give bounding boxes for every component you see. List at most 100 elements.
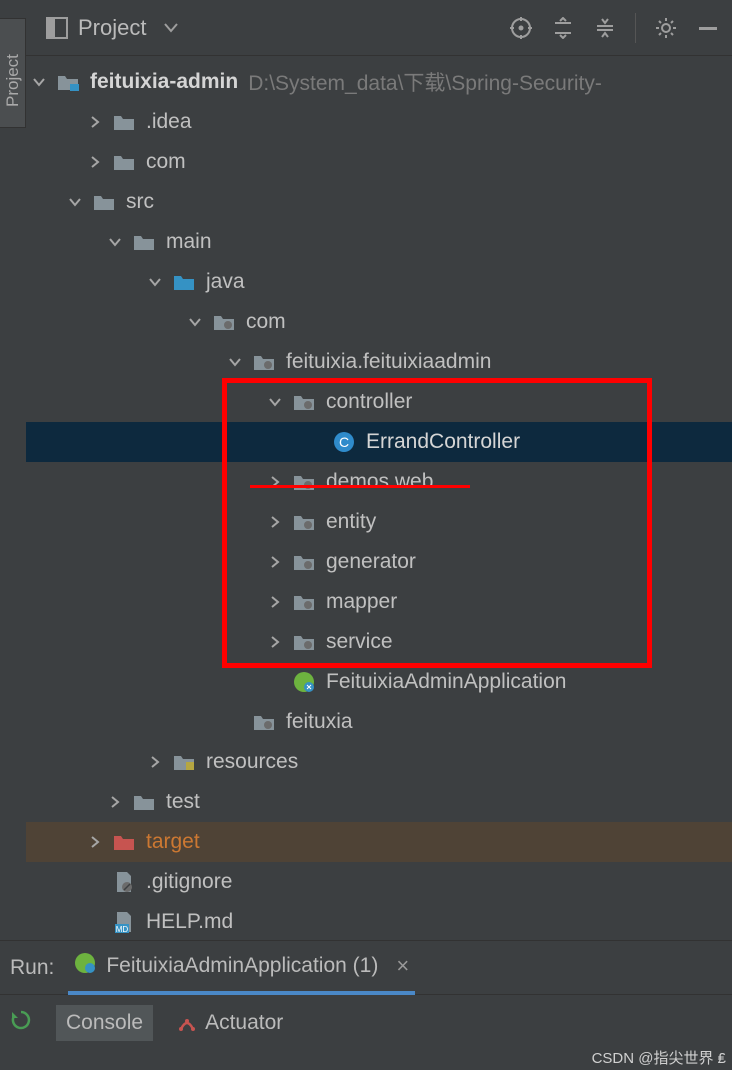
package-label: entity	[326, 510, 376, 534]
root-path: D:\System_data\下载\Spring-Security-	[248, 67, 602, 97]
folder-label: com	[146, 150, 186, 174]
folder-label: main	[166, 230, 212, 254]
chevron-down-icon	[30, 73, 48, 91]
run-label: Run:	[10, 956, 54, 980]
chevron-down-icon	[226, 353, 244, 371]
package-icon	[252, 352, 276, 372]
markdown-file-icon: MD	[112, 912, 136, 932]
chevron-right-icon	[146, 753, 164, 771]
root-name: feituixia-admin	[90, 70, 238, 94]
tree-row-com[interactable]: com	[26, 302, 732, 342]
package-icon	[292, 512, 316, 532]
folder-label: src	[126, 190, 154, 214]
tree-row-app-class[interactable]: FeituixiaAdminApplication	[26, 662, 732, 702]
folder-label: test	[166, 790, 200, 814]
svg-text:C: C	[339, 434, 349, 450]
tree-row-target[interactable]: target	[26, 822, 732, 862]
tree-row-idea[interactable]: .idea	[26, 102, 732, 142]
actuator-tab[interactable]: Actuator	[177, 1011, 283, 1035]
tree-row-service[interactable]: service	[26, 622, 732, 662]
spring-app-icon	[292, 672, 316, 692]
expand-all-button[interactable]	[545, 10, 581, 46]
chevron-right-icon	[266, 633, 284, 651]
tree-row-main[interactable]: main	[26, 222, 732, 262]
package-label: service	[326, 630, 393, 654]
tree-row-errand-controller[interactable]: C ErrandController	[26, 422, 732, 462]
chevron-right-icon	[86, 153, 104, 171]
chevron-down-icon	[146, 273, 164, 291]
tree-row-helpmd[interactable]: MD HELP.md	[26, 902, 732, 942]
folder-icon	[132, 232, 156, 252]
tree-row-controller[interactable]: controller	[26, 382, 732, 422]
package-label: demos.web	[326, 470, 433, 494]
package-label: generator	[326, 550, 416, 574]
package-icon	[212, 312, 236, 332]
project-view-selector[interactable]: Project	[36, 11, 188, 45]
settings-button[interactable]	[648, 10, 684, 46]
toolbar-separator	[635, 13, 636, 43]
project-tool-window-tab[interactable]: Project	[0, 18, 26, 128]
tree-row-root[interactable]: feituixia-admin D:\System_data\下载\Spring…	[26, 62, 732, 102]
folder-icon	[92, 192, 116, 212]
project-tree[interactable]: feituixia-admin D:\System_data\下载\Spring…	[26, 56, 732, 1070]
class-label: FeituixiaAdminApplication	[326, 670, 566, 694]
tree-row-test[interactable]: test	[26, 782, 732, 822]
module-icon	[56, 72, 80, 92]
watermark: CSDN @指尖世界 ₤	[592, 1047, 726, 1068]
rerun-button[interactable]	[10, 1009, 32, 1037]
chevron-right-icon	[266, 553, 284, 571]
run-config-label: FeituixiaAdminApplication (1)	[106, 954, 378, 978]
class-label: ErrandController	[366, 430, 520, 454]
chevron-down-icon	[106, 233, 124, 251]
tree-row-resources[interactable]: resources	[26, 742, 732, 782]
actuator-icon	[177, 1013, 197, 1033]
hide-panel-button[interactable]	[690, 10, 726, 46]
svg-text:MD: MD	[116, 925, 129, 933]
tab-actuator-label: Actuator	[205, 1011, 283, 1035]
tree-row-entity[interactable]: entity	[26, 502, 732, 542]
file-label: HELP.md	[146, 910, 233, 934]
excluded-folder-icon	[112, 832, 136, 852]
package-icon	[252, 712, 276, 732]
project-tab-label: Project	[3, 54, 23, 107]
folder-label: target	[146, 830, 200, 854]
chevron-down-icon	[186, 313, 204, 331]
run-config-tab[interactable]: FeituixiaAdminApplication (1) ×	[68, 941, 415, 995]
package-icon	[292, 472, 316, 492]
chevron-down-icon	[66, 193, 84, 211]
tree-row-feituxia[interactable]: feituxia	[26, 702, 732, 742]
chevron-right-icon	[266, 473, 284, 491]
close-icon[interactable]: ×	[396, 953, 409, 979]
chevron-down-icon	[164, 16, 178, 39]
tree-row-gitignore[interactable]: .gitignore	[26, 862, 732, 902]
tree-row-generator[interactable]: generator	[26, 542, 732, 582]
class-icon: C	[332, 432, 356, 452]
package-icon	[292, 632, 316, 652]
tree-row-demos[interactable]: demos.web	[26, 462, 732, 502]
package-icon	[292, 392, 316, 412]
tab-console[interactable]: Console	[56, 1005, 153, 1041]
folder-label: resources	[206, 750, 298, 774]
project-view-label: Project	[78, 15, 146, 41]
chevron-right-icon	[266, 513, 284, 531]
chevron-right-icon	[266, 593, 284, 611]
tree-row-src[interactable]: src	[26, 182, 732, 222]
package-label: mapper	[326, 590, 397, 614]
folder-icon	[112, 152, 136, 172]
tree-row-com-top[interactable]: com	[26, 142, 732, 182]
package-icon	[292, 592, 316, 612]
package-label: controller	[326, 390, 412, 414]
locate-file-button[interactable]	[503, 10, 539, 46]
tree-row-java[interactable]: java	[26, 262, 732, 302]
file-label: .gitignore	[146, 870, 232, 894]
source-folder-icon	[172, 272, 196, 292]
folder-label: .idea	[146, 110, 192, 134]
folder-label: java	[206, 270, 245, 294]
file-icon	[112, 872, 136, 892]
collapse-all-button[interactable]	[587, 10, 623, 46]
tree-row-pkg[interactable]: feituixia.feituixiaadmin	[26, 342, 732, 382]
resources-folder-icon	[172, 752, 196, 772]
chevron-right-icon	[106, 793, 124, 811]
spring-run-icon	[74, 952, 96, 980]
tree-row-mapper[interactable]: mapper	[26, 582, 732, 622]
